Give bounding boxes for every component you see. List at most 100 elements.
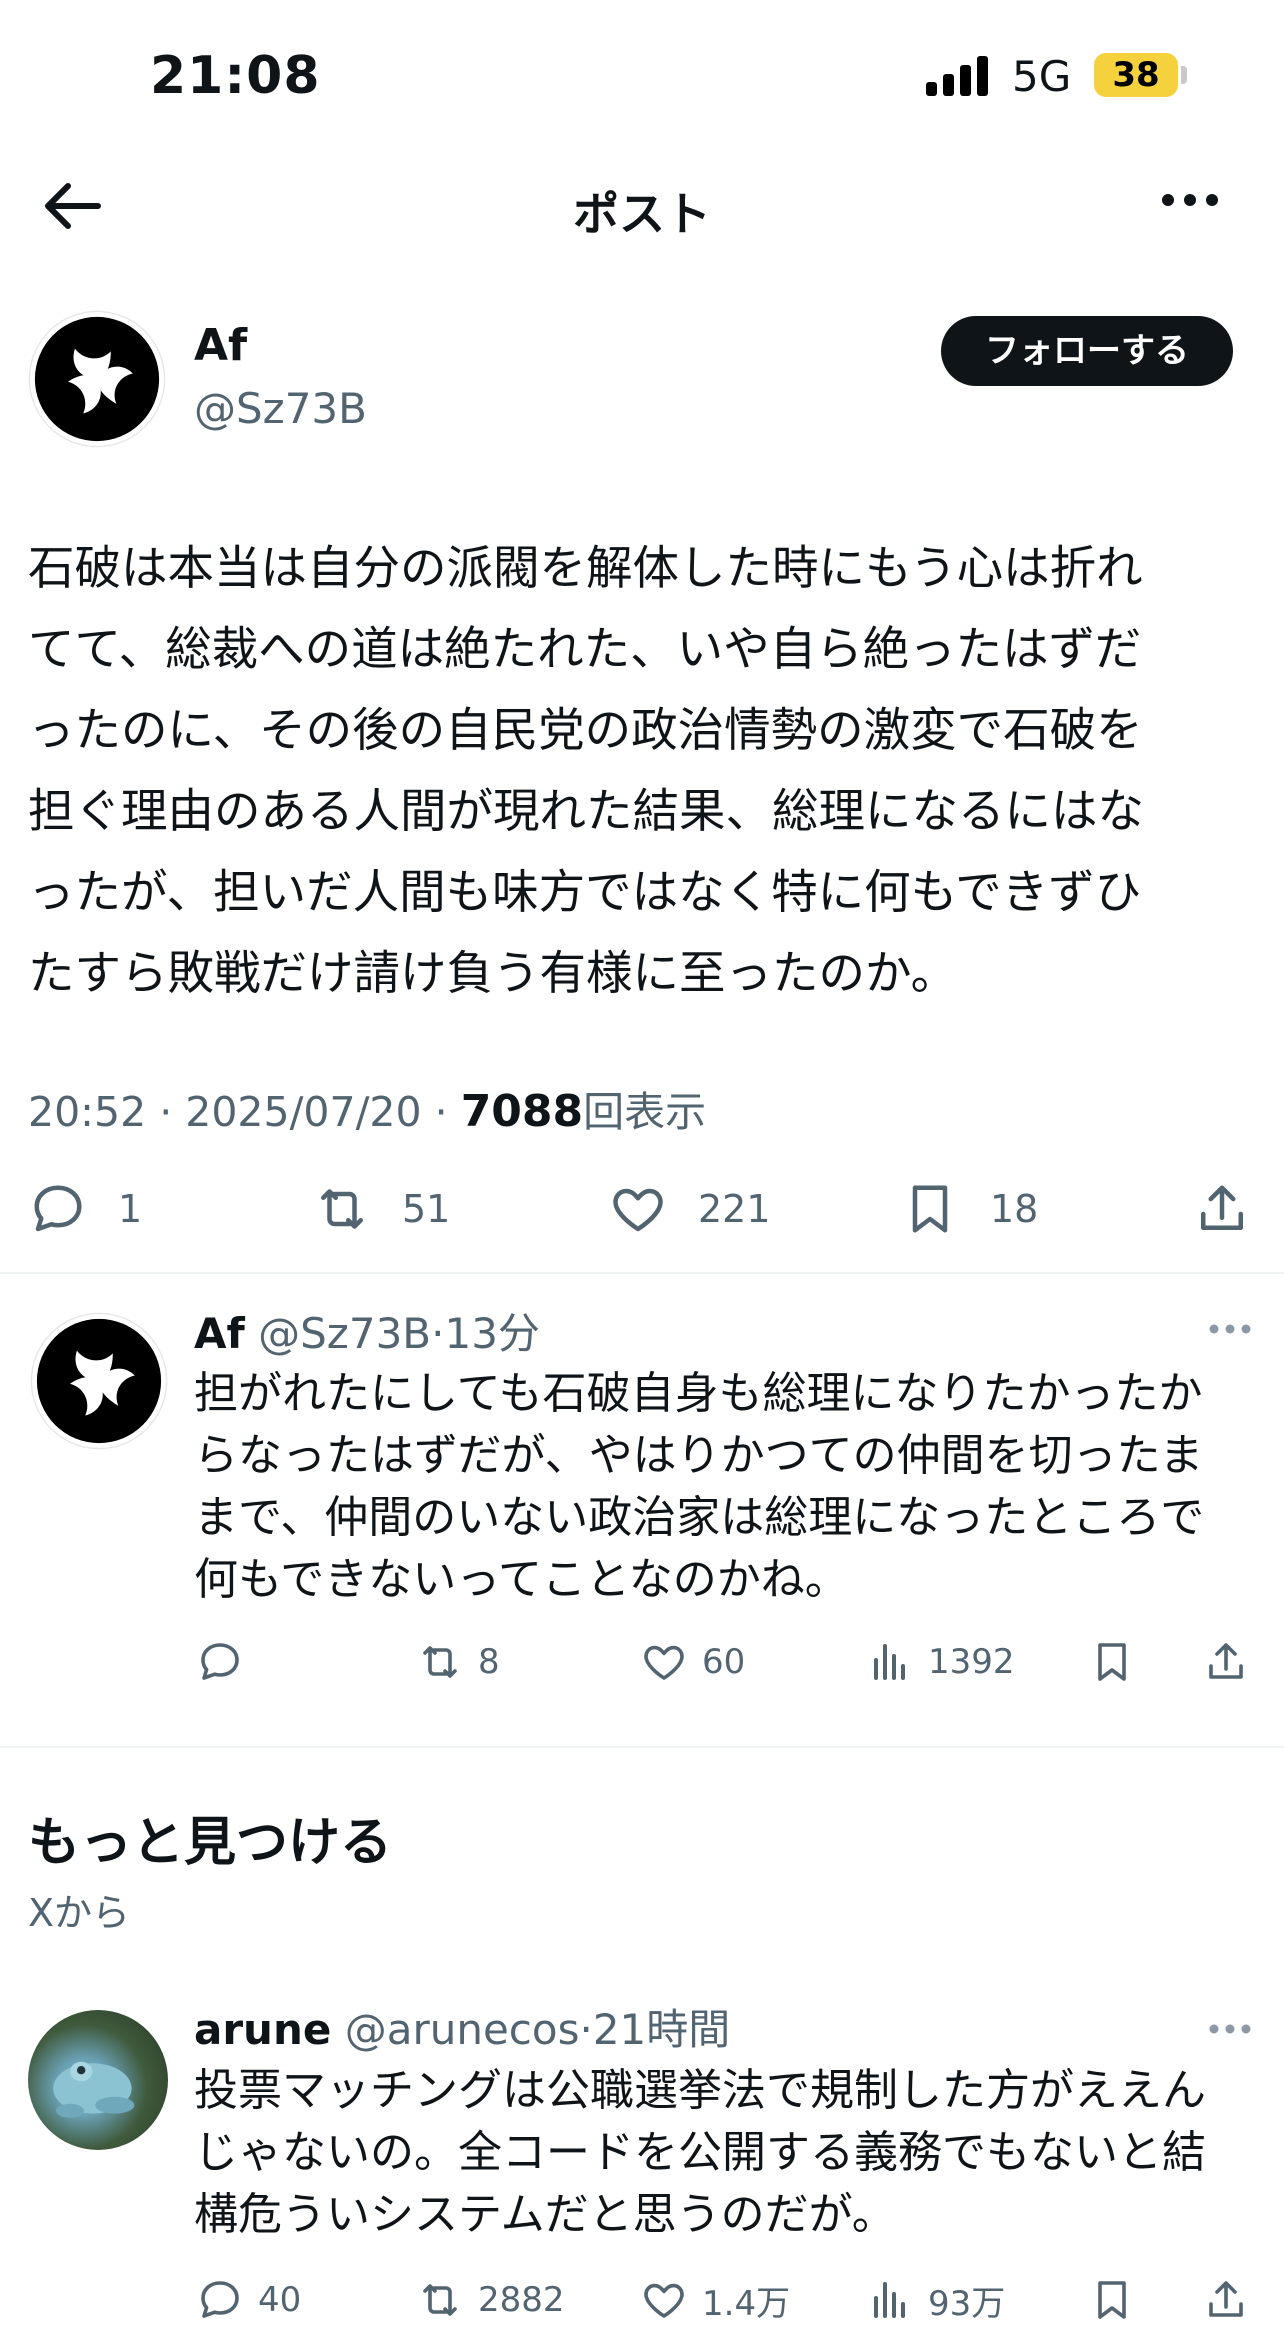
reply-header: Af @Sz73B·13分 — [194, 1300, 540, 1361]
share-button[interactable] — [1202, 1632, 1250, 1692]
post-text-line: 担ぐ理由のある人間が現れた結果、総理になるにはな — [28, 784, 1144, 838]
suggested-text-line: じゃないの。全コードを公開する義務でもないと結 — [194, 2127, 1206, 2178]
battery-icon: 38 — [1094, 53, 1178, 97]
post-text-line: 石破は本当は自分の派閥を解体した時にもう心は折れ — [28, 541, 1143, 595]
view-suffix: 回表示 — [583, 1088, 707, 1136]
network-label: 5G — [1012, 52, 1072, 101]
views-button[interactable]: 1392 — [866, 1632, 1015, 1692]
post-text-line: ったのに、その後の自民党の政治情勢の激変で石破を — [28, 703, 1143, 757]
divider — [0, 1746, 1284, 1748]
reply-button[interactable]: 1 — [28, 1174, 142, 1244]
reply-count: 40 — [258, 2280, 302, 2320]
reply-button[interactable] — [196, 1632, 244, 1692]
discover-title: もっと見つける — [28, 1813, 393, 1873]
post-time: 20:52 — [28, 1088, 147, 1136]
repost-button[interactable]: 51 — [312, 1174, 450, 1244]
reply-button[interactable]: 40 — [196, 2270, 301, 2330]
views-icon — [874, 2282, 905, 2318]
suggested-text: 投票マッチングは公職選挙法で規制した方がええん じゃないの。全コードを公開する義… — [194, 2060, 1206, 2246]
suggested-header: arune @arunecos·21時間 — [194, 1996, 730, 2057]
bookmark-button[interactable]: 18 — [900, 1174, 1038, 1244]
frog-photo — [53, 2061, 135, 2118]
share-button[interactable] — [1202, 2270, 1250, 2330]
repost-count: 8 — [478, 1642, 500, 1682]
avatar[interactable] — [30, 1312, 168, 1450]
reply-author-name[interactable]: Af — [194, 1309, 245, 1358]
reply-text-line: まで、仲間のいない政治家は総理になったところで — [194, 1492, 1205, 1543]
view-count[interactable]: 7088 — [461, 1086, 583, 1137]
follow-button[interactable]: フォローする — [941, 316, 1233, 386]
more-icon[interactable] — [1160, 190, 1220, 210]
suggested-text-line: 投票マッチングは公職選挙法で規制した方がええん — [194, 2065, 1206, 2116]
like-button[interactable]: 1.4万 — [640, 2270, 790, 2330]
like-button[interactable]: 221 — [608, 1174, 771, 1244]
repost-button[interactable]: 8 — [416, 1632, 500, 1692]
status-bar: 21:08 5G 38 — [0, 0, 1284, 150]
suggested-actions: 40 2882 1.4万 93万 — [0, 2270, 1284, 2330]
reply-icon — [201, 1643, 239, 1680]
reply-text-line: らなったはずだが、やはりかつての仲間を切ったま — [194, 1430, 1204, 1481]
reply-count: 1 — [118, 1187, 143, 1231]
views-icon — [874, 1644, 905, 1680]
bookmark-icon — [1098, 2281, 1126, 2319]
reply-actions: 8 60 1392 — [0, 1632, 1284, 1692]
like-icon — [644, 2283, 684, 2318]
author-handle[interactable]: @Sz73B — [194, 384, 367, 433]
reply-author-handle[interactable]: @Sz73B — [258, 1309, 431, 1358]
like-icon — [644, 1645, 684, 1680]
discover-subtitle: Xから — [28, 1891, 131, 1935]
top-nav: ポスト — [0, 160, 1284, 250]
suggested-age: 21時間 — [592, 2005, 731, 2054]
post-text: 石破は本当は自分の派閥を解体した時にもう心は折れ てて、総裁への道は絶たれた、い… — [28, 528, 1258, 1014]
signal-icon — [926, 56, 988, 96]
post-meta: 20:52 · 2025/07/20 · 7088回表示 — [28, 1086, 707, 1137]
suggested-author-name[interactable]: arune — [194, 2005, 331, 2054]
bookmark-icon — [912, 1185, 948, 1233]
status-time: 21:08 — [150, 46, 321, 106]
like-count: 1.4万 — [702, 2283, 791, 2324]
bookmark-count: 18 — [990, 1187, 1039, 1231]
more-icon[interactable] — [1208, 2022, 1252, 2036]
repost-button[interactable]: 2882 — [416, 2270, 565, 2330]
more-icon[interactable] — [1208, 1322, 1252, 1336]
separator-dot: · — [579, 2005, 593, 2054]
author-name[interactable]: Af — [194, 320, 247, 371]
reply-text-line: 担がれたにしても石破自身も総理になりたかったか — [194, 1368, 1203, 1419]
repost-count: 2882 — [478, 2280, 565, 2320]
like-icon — [613, 1188, 663, 1232]
bookmark-icon — [1098, 1643, 1126, 1681]
share-icon — [1201, 1185, 1243, 1230]
page-title: ポスト — [573, 187, 711, 241]
like-button[interactable]: 60 — [640, 1632, 745, 1692]
post-text-line: たすら敗戦だけ請け負う有様に至ったのか。 — [28, 946, 958, 1000]
reply-text: 担がれたにしても石破自身も総理になりたかったか らなったはずだが、やはりかつての… — [194, 1363, 1204, 1611]
share-icon — [1209, 1643, 1243, 1679]
post-date: 2025/07/20 — [185, 1088, 422, 1136]
share-icon — [1209, 2281, 1243, 2317]
battery-nub — [1181, 66, 1187, 84]
suggested-text-line: 構危ういシステムだと思うのだが。 — [194, 2189, 896, 2240]
post-text-line: ったが、担いだ人間も味方ではなく特に何もできずひ — [28, 865, 1142, 919]
reply-age: 13分 — [444, 1309, 540, 1358]
views-button[interactable]: 93万 — [866, 2270, 1005, 2330]
like-count: 60 — [702, 1642, 746, 1682]
repost-count: 51 — [402, 1187, 451, 1231]
reply-icon — [201, 2281, 239, 2318]
views-count: 93万 — [928, 2283, 1006, 2324]
bookmark-button[interactable] — [1088, 1632, 1136, 1692]
avatar[interactable] — [28, 310, 166, 448]
repost-icon — [423, 1646, 457, 1678]
reply-icon — [34, 1185, 82, 1232]
separator-dot: · — [431, 1309, 445, 1358]
share-button[interactable] — [1192, 1174, 1252, 1244]
suggested-author-handle[interactable]: @arunecos — [345, 2005, 580, 2054]
post-text-line: てて、総裁への道は絶たれた、いや自ら絶ったはずだ — [28, 622, 1142, 676]
repost-icon — [423, 2284, 457, 2316]
reply-text-line: 何もできないってことなのかね。 — [194, 1554, 849, 1605]
divider — [0, 1272, 1284, 1274]
bookmark-button[interactable] — [1088, 2270, 1136, 2330]
like-count: 221 — [698, 1187, 771, 1231]
avatar[interactable] — [28, 2010, 168, 2150]
views-count: 1392 — [928, 1642, 1015, 1682]
post-actions: 1 51 221 18 — [0, 1174, 1284, 1244]
